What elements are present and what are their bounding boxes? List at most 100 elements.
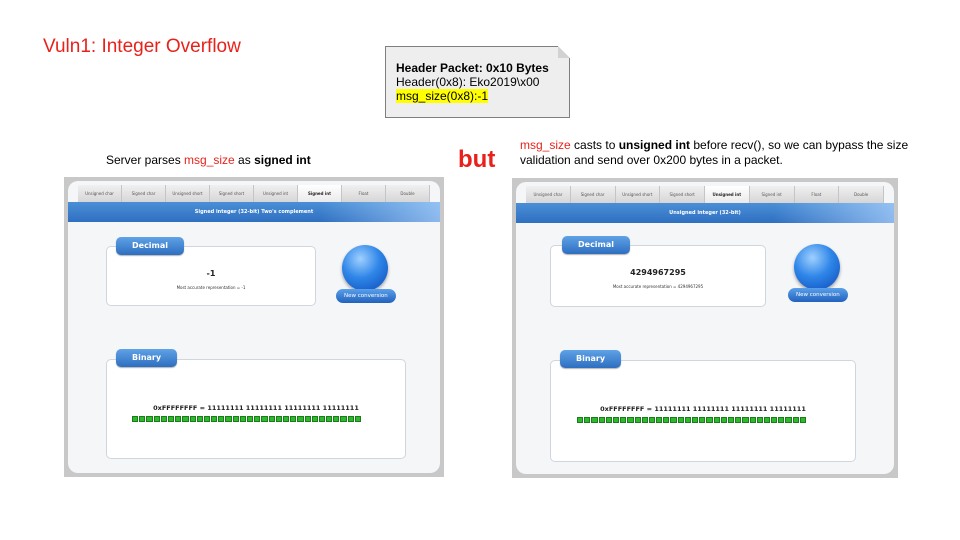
tab-float[interactable]: Float [794, 186, 840, 203]
bit-cell[interactable] [641, 417, 648, 423]
bit-cell[interactable] [792, 417, 799, 423]
bit-cell[interactable] [247, 416, 254, 422]
tab-float[interactable]: Float [342, 185, 386, 202]
bit-grid [132, 416, 361, 422]
bit-cell[interactable] [275, 416, 282, 422]
tab-double[interactable]: Double [839, 186, 884, 203]
bit-cell[interactable] [261, 416, 268, 422]
bit-cell[interactable] [713, 417, 720, 423]
bit-cell[interactable] [153, 416, 160, 422]
note-title: Header Packet: 0x10 Bytes [396, 61, 549, 75]
bit-cell[interactable] [692, 417, 699, 423]
tab-unsigned-short[interactable]: Unsigned short [615, 186, 661, 203]
tab-double[interactable]: Double [386, 185, 430, 202]
tab-signed-int[interactable]: Signed int [749, 186, 795, 203]
bit-cell[interactable] [577, 417, 584, 423]
bit-cell[interactable] [268, 416, 275, 422]
tab-signed-char[interactable]: Signed char [570, 186, 616, 203]
note-msg-size-line: msg_size(0x8):-1 [396, 89, 489, 103]
tab-unsigned-short[interactable]: Unsigned short [166, 185, 210, 202]
bit-cell[interactable] [354, 416, 361, 422]
bit-cell[interactable] [318, 416, 326, 422]
bit-cell[interactable] [684, 417, 691, 423]
bit-cell[interactable] [627, 417, 634, 423]
bit-cell[interactable] [282, 416, 290, 422]
type-tabs: Unsigned char Signed char Unsigned short Si… [526, 186, 884, 203]
bit-cell[interactable] [196, 416, 203, 422]
bit-cell[interactable] [677, 417, 684, 423]
bit-cell[interactable] [297, 416, 304, 422]
bit-cell[interactable] [132, 416, 139, 422]
decimal-label: Decimal [116, 237, 185, 255]
new-conversion-button[interactable]: New conversion [336, 289, 396, 303]
bit-cell[interactable] [620, 417, 627, 423]
bit-cell[interactable] [634, 417, 641, 423]
bit-cell[interactable] [146, 416, 153, 422]
decimal-label: Decimal [562, 236, 631, 254]
bit-cell[interactable] [648, 417, 656, 423]
tab-signed-short[interactable]: Signed short [210, 185, 254, 202]
tab-unsigned-int[interactable]: Unsigned int [254, 185, 298, 202]
bit-cell[interactable] [225, 416, 232, 422]
tab-unsigned-char[interactable]: Unsigned char [78, 185, 122, 202]
left-caption-type: signed int [254, 153, 311, 167]
bit-cell[interactable] [167, 416, 175, 422]
bit-cell[interactable] [763, 417, 771, 423]
bit-cell[interactable] [699, 417, 706, 423]
bit-cell[interactable] [232, 416, 239, 422]
bit-cell[interactable] [706, 417, 713, 423]
binary-panel: 0xFFFFFFFF = 11111111 11111111 11111111 … [106, 359, 406, 459]
bit-cell[interactable] [304, 416, 311, 422]
tab-signed-short[interactable]: Signed short [660, 186, 705, 203]
new-conversion-orb-icon[interactable] [342, 245, 388, 291]
bit-cell[interactable] [160, 416, 167, 422]
tab-unsigned-int[interactable]: Unsigned int [705, 186, 750, 203]
bit-cell[interactable] [333, 416, 340, 422]
calculator-window: Unsigned char Signed char Unsigned short Si… [516, 182, 894, 474]
bit-cell[interactable] [756, 417, 763, 423]
new-conversion-button[interactable]: New conversion [788, 288, 848, 302]
bit-cell[interactable] [612, 417, 620, 423]
banner-title: Signed integer (32-bit) Two's complement [194, 209, 314, 215]
bit-cell[interactable] [340, 416, 347, 422]
bit-cell[interactable] [742, 417, 749, 423]
bit-cell[interactable] [254, 416, 261, 422]
bit-cell[interactable] [239, 416, 246, 422]
bit-cell[interactable] [749, 417, 756, 423]
tab-unsigned-char[interactable]: Unsigned char [526, 186, 571, 203]
bit-grid [577, 417, 806, 423]
bit-cell[interactable] [211, 416, 218, 422]
bit-cell[interactable] [326, 416, 333, 422]
bit-cell[interactable] [311, 416, 318, 422]
bit-cell[interactable] [290, 416, 297, 422]
bit-cell[interactable] [799, 417, 806, 423]
binary-panel: 0xFFFFFFFF = 11111111 11111111 11111111 … [550, 360, 856, 462]
bit-cell[interactable] [663, 417, 670, 423]
signed-int-calculator-screenshot: Unsigned char Signed char Unsigned short Si… [64, 177, 444, 477]
bit-cell[interactable] [189, 416, 196, 422]
banner-swoosh [320, 202, 440, 222]
bit-cell[interactable] [182, 416, 189, 422]
bit-cell[interactable] [203, 416, 211, 422]
bit-cell[interactable] [598, 417, 605, 423]
bit-cell[interactable] [720, 417, 727, 423]
bit-cell[interactable] [670, 417, 677, 423]
left-caption-prefix: Server parses [106, 153, 185, 167]
bit-cell[interactable] [175, 416, 182, 422]
bit-cell[interactable] [347, 416, 354, 422]
bit-cell[interactable] [727, 417, 735, 423]
bit-cell[interactable] [771, 417, 778, 423]
tab-signed-char[interactable]: Signed char [122, 185, 166, 202]
bit-cell[interactable] [735, 417, 742, 423]
decimal-value: 4294967295 [630, 268, 686, 277]
new-conversion-orb-icon[interactable] [794, 244, 840, 290]
bit-cell[interactable] [591, 417, 598, 423]
bit-cell[interactable] [218, 416, 225, 422]
bit-cell[interactable] [584, 417, 591, 423]
bit-cell[interactable] [778, 417, 785, 423]
bit-cell[interactable] [656, 417, 663, 423]
bit-cell[interactable] [785, 417, 792, 423]
tab-signed-int[interactable]: Signed int [298, 185, 342, 202]
bit-cell[interactable] [605, 417, 612, 423]
bit-cell[interactable] [139, 416, 146, 422]
